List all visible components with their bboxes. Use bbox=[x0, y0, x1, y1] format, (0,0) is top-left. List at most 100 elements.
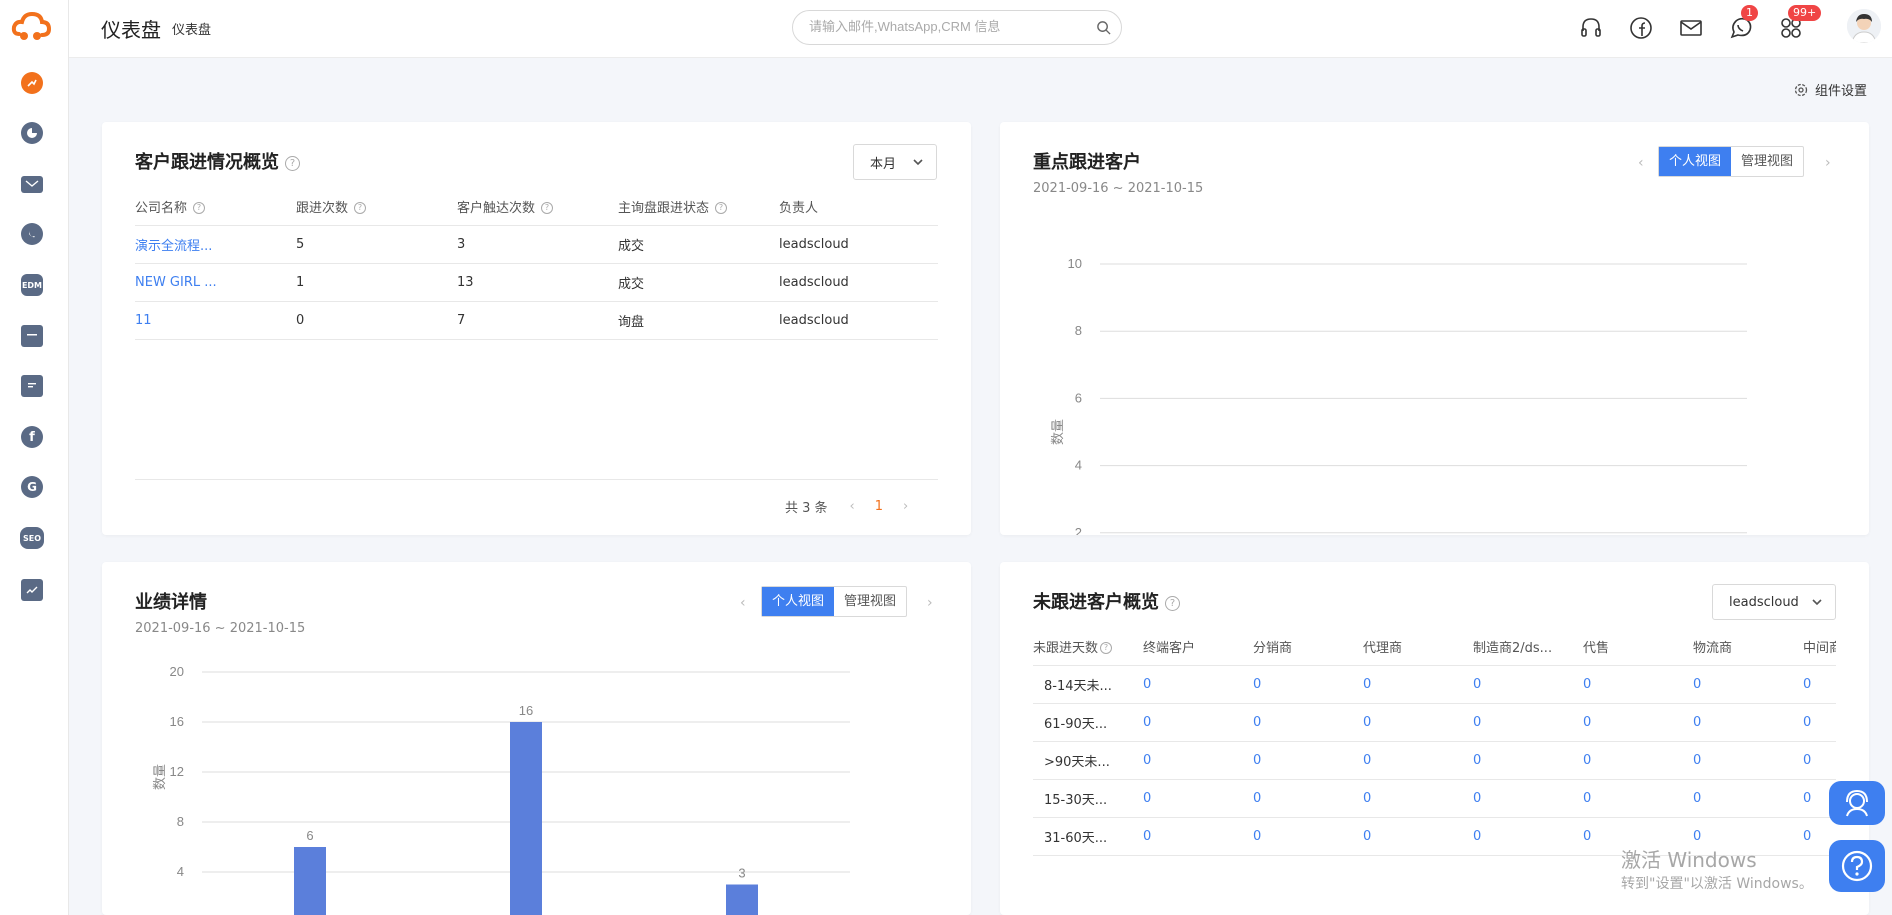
column-header: 主询盘跟进状态? bbox=[618, 188, 779, 226]
table-cell: 3 bbox=[457, 225, 618, 264]
personal-view-tab[interactable]: 个人视图 bbox=[1659, 147, 1732, 176]
count-link[interactable]: 0 bbox=[1473, 665, 1583, 704]
count-link[interactable]: 0 bbox=[1583, 741, 1693, 780]
help-button[interactable] bbox=[1829, 840, 1885, 892]
count-link[interactable]: 0 bbox=[1363, 817, 1473, 856]
customer-service-button[interactable] bbox=[1829, 781, 1885, 825]
search-icon[interactable] bbox=[1096, 20, 1111, 35]
manage-view-tab[interactable]: 管理视图 bbox=[1731, 147, 1803, 176]
owner-select[interactable]: leadscloud bbox=[1712, 584, 1836, 620]
count-link[interactable]: 0 bbox=[1693, 741, 1803, 780]
total-count: 共 3 条 bbox=[785, 501, 828, 516]
search-box[interactable] bbox=[792, 10, 1122, 45]
y-tick-label: 10 bbox=[1068, 256, 1082, 271]
edm-icon[interactable]: EDM bbox=[21, 274, 43, 296]
table-row: 15-30天... 0 0 0 0 0 0 0 bbox=[1033, 779, 1836, 818]
count-link[interactable]: 0 bbox=[1253, 817, 1363, 856]
column-header: 制造商2/ds... bbox=[1473, 628, 1583, 666]
count-link[interactable]: 0 bbox=[1803, 665, 1836, 704]
help-icon[interactable]: ? bbox=[354, 202, 367, 215]
y-tick-label: 2 bbox=[1075, 525, 1082, 535]
breadcrumb[interactable]: 仪表盘 bbox=[172, 19, 211, 38]
view-toggle: 个人视图 管理视图 bbox=[761, 586, 908, 617]
avatar[interactable] bbox=[1847, 9, 1881, 43]
count-link[interactable]: 0 bbox=[1473, 703, 1583, 742]
count-link[interactable]: 0 bbox=[1583, 779, 1693, 818]
count-link[interactable]: 0 bbox=[1253, 741, 1363, 780]
mail-icon[interactable] bbox=[21, 176, 43, 193]
count-link[interactable]: 0 bbox=[1803, 703, 1836, 742]
google-icon[interactable]: G bbox=[21, 476, 43, 498]
help-icon[interactable]: ? bbox=[541, 202, 554, 215]
pie-chart-icon[interactable] bbox=[21, 122, 43, 144]
prev-arrow[interactable]: ‹ bbox=[740, 595, 746, 611]
help-icon[interactable]: ? bbox=[1165, 595, 1180, 611]
dashboard-icon[interactable] bbox=[21, 72, 43, 94]
company-link[interactable]: NEW GIRL ... bbox=[135, 263, 296, 302]
count-link[interactable]: 0 bbox=[1693, 703, 1803, 742]
count-link[interactable]: 0 bbox=[1583, 703, 1693, 742]
count-link[interactable]: 0 bbox=[1143, 779, 1253, 818]
company-link[interactable]: 演示全流程... bbox=[135, 225, 296, 264]
help-icon[interactable]: ? bbox=[715, 202, 728, 215]
count-link[interactable]: 0 bbox=[1473, 817, 1583, 856]
count-link[interactable]: 0 bbox=[1253, 779, 1363, 818]
count-link[interactable]: 0 bbox=[1583, 665, 1693, 704]
count-link[interactable]: 0 bbox=[1363, 741, 1473, 780]
column-header: 分销商 bbox=[1253, 628, 1363, 666]
row-label: 31-60天... bbox=[1033, 817, 1143, 856]
next-arrow[interactable]: › bbox=[1825, 155, 1831, 171]
column-header: 公司名称? bbox=[135, 188, 296, 226]
y-tick-label: 8 bbox=[177, 814, 184, 829]
count-link[interactable]: 0 bbox=[1363, 665, 1473, 704]
logo[interactable] bbox=[11, 10, 51, 46]
count-link[interactable]: 0 bbox=[1473, 741, 1583, 780]
count-link[interactable]: 0 bbox=[1693, 665, 1803, 704]
table-row: NEW GIRL ... 1 13 成交 leadscloud bbox=[135, 263, 938, 302]
next-arrow[interactable]: › bbox=[927, 595, 933, 611]
table-cell: 成交 bbox=[618, 263, 779, 302]
whatsapp-icon[interactable] bbox=[21, 223, 43, 245]
help-icon[interactable]: ? bbox=[193, 202, 206, 215]
count-link[interactable]: 0 bbox=[1363, 703, 1473, 742]
help-icon[interactable]: ? bbox=[1100, 642, 1113, 655]
count-link[interactable]: 0 bbox=[1363, 779, 1473, 818]
column-header: 物流商 bbox=[1693, 628, 1803, 666]
prev-page-button[interactable]: ‹ bbox=[850, 499, 855, 514]
manage-view-tab[interactable]: 管理视图 bbox=[834, 587, 906, 616]
table-cell: 成交 bbox=[618, 225, 779, 264]
message-icon[interactable] bbox=[21, 375, 43, 397]
y-tick-label: 8 bbox=[1075, 323, 1082, 338]
trend-icon[interactable] bbox=[21, 579, 43, 601]
count-link[interactable]: 0 bbox=[1253, 665, 1363, 704]
card-title: 未跟进客户概览? bbox=[1033, 588, 1180, 614]
facebook-icon[interactable] bbox=[1628, 15, 1654, 41]
count-link[interactable]: 0 bbox=[1143, 741, 1253, 780]
count-link[interactable]: 0 bbox=[1693, 779, 1803, 818]
folder-icon[interactable] bbox=[21, 325, 43, 347]
count-link[interactable]: 0 bbox=[1253, 703, 1363, 742]
table-cell: leadscloud bbox=[779, 301, 938, 340]
count-link[interactable]: 0 bbox=[1473, 779, 1583, 818]
count-link[interactable]: 0 bbox=[1143, 703, 1253, 742]
y-axis-label: 数量 bbox=[1050, 419, 1065, 445]
seo-icon[interactable]: SEO bbox=[20, 527, 44, 549]
period-select[interactable]: 本月 bbox=[853, 144, 937, 180]
count-link[interactable]: 0 bbox=[1803, 741, 1836, 780]
prev-arrow[interactable]: ‹ bbox=[1638, 155, 1644, 171]
headset-icon[interactable] bbox=[1578, 15, 1604, 41]
data-label: 3 bbox=[738, 866, 745, 881]
next-page-button[interactable]: › bbox=[903, 499, 908, 514]
count-link[interactable]: 0 bbox=[1143, 665, 1253, 704]
activation-watermark-title: 激活 Windows bbox=[1621, 848, 1757, 872]
help-icon[interactable]: ? bbox=[285, 155, 300, 171]
page-number[interactable]: 1 bbox=[875, 499, 883, 514]
widget-settings-link[interactable]: 组件设置 bbox=[1793, 80, 1867, 99]
company-link[interactable]: 11 bbox=[135, 301, 296, 340]
top-bar: 仪表盘 仪表盘 1 99+ bbox=[69, 0, 1892, 58]
mail-icon[interactable] bbox=[1678, 15, 1704, 41]
count-link[interactable]: 0 bbox=[1143, 817, 1253, 856]
facebook-icon[interactable]: f bbox=[21, 426, 43, 448]
personal-view-tab[interactable]: 个人视图 bbox=[762, 587, 835, 616]
search-input[interactable] bbox=[809, 19, 1089, 34]
